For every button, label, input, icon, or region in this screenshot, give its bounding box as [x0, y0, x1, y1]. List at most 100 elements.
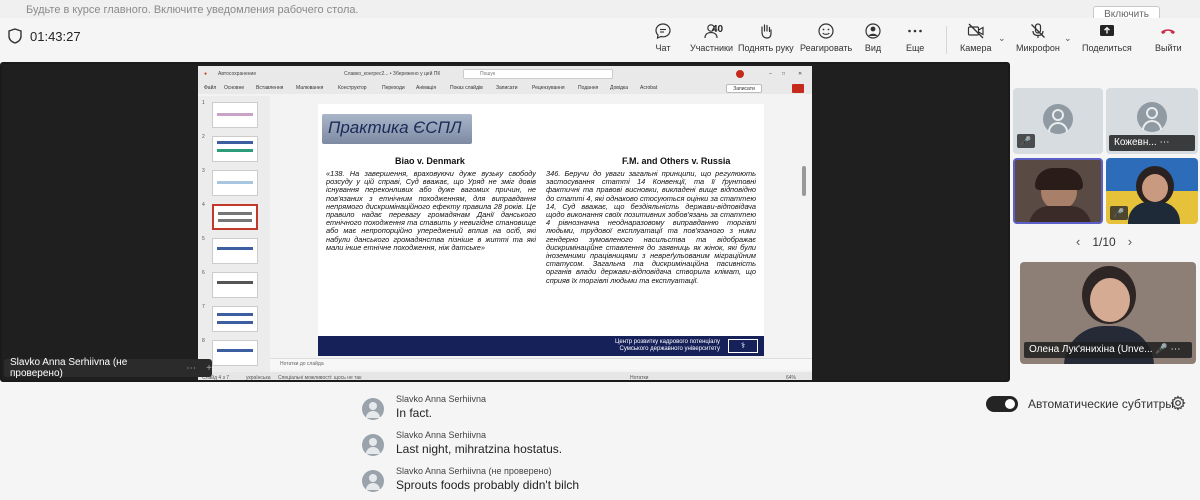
avatar — [1043, 104, 1073, 134]
thumb-number: 7 — [202, 304, 205, 310]
participant-video — [1142, 174, 1168, 202]
share-button[interactable]: Поделиться — [1082, 22, 1132, 53]
participant-name: Олена Лук'янихіна (Unve... 🎤 ⋯ — [1024, 342, 1192, 358]
more-button[interactable]: Еще — [906, 22, 924, 53]
participant-tile[interactable]: Кожевн... ⋯ — [1106, 88, 1198, 154]
participant-name-text: Кожевн... — [1114, 137, 1157, 148]
slide-thumbnail — [212, 102, 258, 128]
caption-text: Sprouts foods probably didn't bilch — [396, 478, 580, 492]
status-accessibility: Спеціальні можливості: щось не так — [278, 375, 362, 381]
auto-subtitles-label: Автоматические субтитры — [1028, 397, 1174, 411]
participant-video-tile[interactable]: 🎤 — [1106, 158, 1198, 224]
slide-notes: Нотатки до слайда — [270, 358, 812, 370]
participant-video — [1128, 202, 1180, 224]
ppt-menu-item: Файл — [204, 85, 217, 91]
participant-video-tile[interactable] — [1013, 158, 1103, 224]
more-label: Еще — [906, 43, 925, 53]
camera-label: Камера — [960, 43, 992, 53]
auto-subtitles-control: Автоматические субтитры — [986, 396, 1174, 412]
caption-speaker: Slavko Anna Serhiivna — [396, 394, 487, 404]
ppt-menu-item: Вставлення — [256, 85, 284, 91]
ppt-share-icon — [792, 84, 804, 93]
caption-text: Last night, mihratzina hostatus. — [396, 442, 563, 456]
participant-video-tile-large[interactable]: Олена Лук'янихіна (Unve... 🎤 ⋯ — [1020, 262, 1196, 364]
left-case-text: «138. На завершення, враховуючи дуже вуз… — [326, 170, 536, 252]
ppt-menu-item: Основне — [224, 85, 245, 91]
participant-video — [1090, 278, 1130, 322]
presenter-name-badge: Slavko Anna Serhiivna (не проверено) ⋯ + — [4, 357, 212, 379]
status-notes: Нотатки — [630, 375, 649, 381]
right-case-text: 346. Беручи до уваги загальні принципи, … — [546, 170, 756, 285]
microphone-button[interactable]: Микрофон — [1016, 22, 1060, 53]
ppt-logo-icon: ● — [204, 71, 208, 77]
avatar — [362, 470, 384, 492]
leave-button[interactable]: Выйти — [1155, 22, 1182, 53]
thumb-number: 5 — [202, 236, 205, 242]
chat-button[interactable]: Чат — [654, 22, 672, 53]
status-language: українська — [246, 375, 271, 381]
participant-video — [1035, 168, 1083, 190]
camera-options-chevron-icon[interactable]: ⌄ — [998, 33, 1006, 44]
slide-thumbnail — [212, 340, 258, 366]
thumb-number: 3 — [202, 168, 205, 174]
footer-line-2: Сумського державного університету — [619, 346, 720, 352]
ppt-menu-item: Переходи — [382, 85, 405, 91]
ppt-menu-item: Конструктор — [338, 85, 367, 91]
slide-thumbnail — [212, 306, 258, 332]
status-zoom: 64% — [786, 375, 797, 381]
ppt-menu-item: Рецензування — [532, 85, 565, 91]
right-case-title: F.M. and Others v. Russia — [622, 156, 731, 166]
enable-notifications-button[interactable]: Включить — [1093, 6, 1160, 18]
timer-text: 01:43:27 — [30, 28, 81, 44]
slide-thumbnail — [212, 136, 258, 162]
chevron-right-icon[interactable]: › — [1128, 234, 1132, 249]
mic-muted-icon: 🎤 — [1110, 206, 1128, 220]
microphone-label: Микрофон — [1016, 43, 1060, 53]
caption-entry: Slavko Anna Serhiivna In fact. — [362, 394, 842, 424]
plus-icon[interactable]: + — [206, 363, 212, 374]
participants-label: Участники — [690, 43, 733, 53]
ppt-menu-item: Подання — [578, 85, 599, 91]
ppt-menu-item: Показ слайдів — [450, 85, 483, 91]
participant-name-text: Олена Лук'янихіна (Unve... — [1029, 344, 1153, 355]
ppt-menu-item: Малювання — [296, 85, 324, 91]
mic-options-chevron-icon[interactable]: ⌄ — [1064, 33, 1072, 44]
caption-entry: Slavko Anna Serhiivna Last night, mihrat… — [362, 430, 842, 460]
caption-speaker: Slavko Anna Serhiivna — [396, 430, 487, 440]
participant-count: 40 — [712, 24, 724, 35]
view-button[interactable]: Вид — [864, 22, 882, 53]
slide-footer: Центр розвитку кадрового потенціалу Сумс… — [318, 336, 764, 356]
ppt-record-indicator — [736, 70, 744, 78]
ppt-menu-item: Анімація — [416, 85, 437, 91]
caption-entry: Slavko Anna Serhiivna (не проверено) Spr… — [362, 466, 842, 496]
slide-thumbnail — [212, 170, 258, 196]
slide-footer-text: Центр розвитку кадрового потенціалу Сумс… — [615, 339, 720, 353]
gallery-page: 1/10 — [1092, 234, 1116, 249]
thumb-number: 2 — [202, 134, 205, 140]
raise-hand-button[interactable]: Поднять руку — [738, 22, 794, 53]
smiley-icon — [818, 23, 834, 39]
chat-label: Чат — [655, 43, 671, 53]
slide-scrollbar — [802, 166, 806, 196]
more-icon[interactable]: ⋯ — [186, 363, 196, 374]
hang-up-icon — [1161, 29, 1176, 34]
camera-button[interactable]: Камера — [960, 22, 991, 53]
participant-tile[interactable]: 🎤 — [1013, 88, 1103, 154]
slide-thumbnail — [212, 238, 258, 264]
mic-muted-icon: 🎤 — [1017, 134, 1035, 148]
avatar — [1137, 102, 1167, 132]
gear-icon[interactable] — [1170, 395, 1186, 411]
more-icon — [908, 29, 922, 33]
slide-thumbnail — [212, 272, 258, 298]
auto-subtitles-toggle[interactable] — [986, 396, 1018, 412]
ppt-statusbar: Слайд 4 з 7 українська Спеціальні можлив… — [198, 372, 812, 381]
slide-thumbnail-selected — [212, 204, 258, 230]
chevron-left-icon[interactable]: ‹ — [1076, 234, 1080, 249]
view-icon — [865, 23, 881, 39]
participant-video — [1029, 206, 1091, 222]
camera-off-icon — [967, 23, 984, 39]
ppt-filename: Славко_конгрес2... • Збережено у цей ПК — [344, 71, 441, 77]
caption-speaker: Slavko Anna Serhiivna (не проверено) — [396, 466, 552, 476]
react-button[interactable]: Реагировать — [800, 22, 852, 53]
ppt-minimize-icon: – — [769, 71, 772, 77]
